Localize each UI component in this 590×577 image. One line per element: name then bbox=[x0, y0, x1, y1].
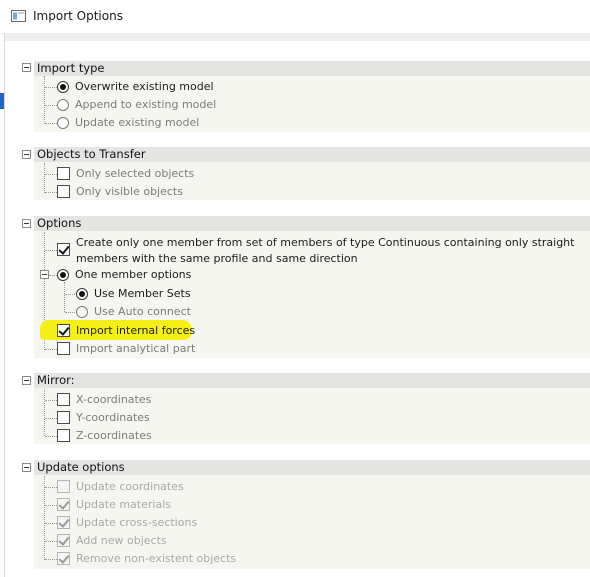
update-options-collapse-icon[interactable] bbox=[22, 463, 31, 472]
tree-line bbox=[45, 123, 57, 124]
toolbar-band bbox=[4, 33, 590, 41]
update-cross-sections-label: Update cross-sections bbox=[76, 516, 198, 529]
update-materials-checkbox bbox=[57, 498, 70, 511]
mirror-collapse-icon[interactable] bbox=[22, 376, 31, 385]
import-analytical-part-checkbox[interactable] bbox=[57, 342, 70, 355]
append-label[interactable]: Append to existing model bbox=[75, 98, 216, 112]
only-selected-label[interactable]: Only selected objects bbox=[76, 167, 194, 181]
import-internal-forces-label[interactable]: Import internal forces bbox=[76, 324, 195, 338]
mirror-header[interactable] bbox=[34, 373, 590, 388]
only-selected-checkbox[interactable] bbox=[57, 167, 70, 180]
update-options-title: Update options bbox=[37, 460, 125, 474]
tree-line bbox=[45, 400, 57, 401]
tree-line bbox=[44, 476, 45, 560]
use-member-sets-radio[interactable] bbox=[76, 288, 88, 300]
remove-non-existent-checkbox bbox=[57, 552, 70, 565]
one-member-options-radio[interactable] bbox=[57, 269, 69, 281]
overwrite-label[interactable]: Overwrite existing model bbox=[75, 80, 214, 94]
one-member-options-collapse-icon[interactable] bbox=[40, 270, 49, 279]
tree-line bbox=[45, 174, 57, 175]
tree-line bbox=[64, 282, 65, 312]
options-title: Options bbox=[37, 216, 82, 230]
only-visible-label[interactable]: Only visible objects bbox=[76, 185, 183, 199]
y-coordinates-label[interactable]: Y-coordinates bbox=[76, 411, 150, 425]
z-coordinates-label[interactable]: Z-coordinates bbox=[76, 429, 152, 443]
append-radio[interactable] bbox=[57, 99, 69, 111]
use-auto-connect-label[interactable]: Use Auto connect bbox=[94, 305, 191, 319]
tree-line bbox=[45, 250, 57, 251]
tree-line bbox=[45, 436, 57, 437]
import-type-title: Import type bbox=[37, 61, 105, 75]
tree-line bbox=[45, 505, 57, 506]
z-coordinates-checkbox[interactable] bbox=[57, 429, 70, 442]
tree-line bbox=[44, 163, 45, 193]
tree-line bbox=[45, 559, 57, 560]
window-icon bbox=[11, 10, 26, 22]
import-type-header[interactable] bbox=[34, 61, 590, 76]
tree-line bbox=[44, 389, 45, 436]
tree-line bbox=[45, 349, 57, 350]
import-type-collapse-icon[interactable] bbox=[22, 63, 31, 72]
add-new-objects-label: Add new objects bbox=[76, 534, 167, 547]
window-title: Import Options bbox=[33, 9, 123, 23]
import-internal-forces-checkbox[interactable] bbox=[57, 324, 70, 337]
continuous-member-checkbox[interactable] bbox=[57, 243, 70, 256]
import-analytical-part-label[interactable]: Import analytical part bbox=[76, 342, 195, 356]
tree-line bbox=[45, 105, 57, 106]
y-coordinates-checkbox[interactable] bbox=[57, 411, 70, 424]
use-member-sets-label[interactable]: Use Member Sets bbox=[94, 287, 191, 301]
update-radio[interactable] bbox=[57, 117, 69, 129]
objects-collapse-icon[interactable] bbox=[22, 150, 31, 159]
update-cross-sections-checkbox bbox=[57, 516, 70, 529]
remove-non-existent-label: Remove non-existent objects bbox=[76, 552, 237, 565]
update-coordinates-checkbox bbox=[57, 480, 70, 493]
tree-line bbox=[45, 87, 57, 88]
x-coordinates-checkbox[interactable] bbox=[57, 393, 70, 406]
tree-line bbox=[45, 192, 57, 193]
objects-title: Objects to Transfer bbox=[37, 147, 146, 161]
add-new-objects-checkbox bbox=[57, 534, 70, 547]
tree-line bbox=[44, 76, 45, 124]
tree-line bbox=[45, 487, 57, 488]
update-materials-label: Update materials bbox=[76, 498, 171, 511]
tree-line bbox=[45, 523, 57, 524]
tree-line bbox=[49, 275, 57, 276]
tree-line bbox=[45, 418, 57, 419]
only-visible-checkbox[interactable] bbox=[57, 185, 70, 198]
mirror-title: Mirror: bbox=[37, 373, 75, 387]
tree-line bbox=[45, 541, 57, 542]
options-header[interactable] bbox=[34, 216, 590, 231]
update-label[interactable]: Update existing model bbox=[75, 116, 199, 130]
one-member-options-label[interactable]: One member options bbox=[75, 268, 191, 282]
update-coordinates-label: Update coordinates bbox=[76, 480, 184, 493]
overwrite-radio[interactable] bbox=[57, 81, 69, 93]
options-collapse-icon[interactable] bbox=[22, 219, 31, 228]
continuous-member-label[interactable]: Create only one member from set of membe… bbox=[76, 235, 576, 267]
use-auto-connect-radio[interactable] bbox=[76, 306, 88, 318]
title-bar: Import Options bbox=[0, 0, 590, 34]
x-coordinates-label[interactable]: X-coordinates bbox=[76, 393, 151, 407]
